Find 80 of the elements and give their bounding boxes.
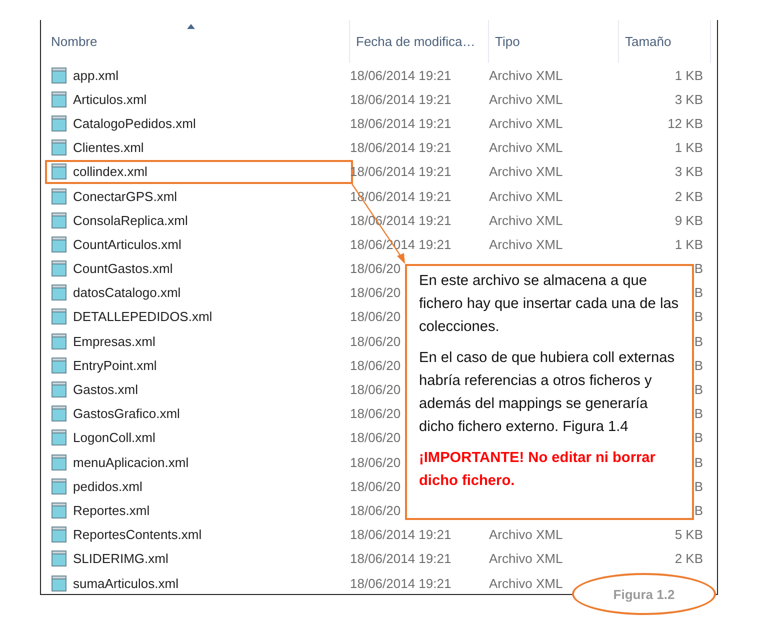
size-cell: 2 KB [674, 188, 703, 204]
size-cell: B [694, 406, 703, 422]
type-cell: Archivo XML [489, 188, 563, 204]
type-cell: Archivo XML [489, 92, 563, 107]
file-icon [51, 454, 67, 471]
size-cell: B [694, 309, 703, 324]
size-cell: 1 KB [674, 236, 703, 252]
size-cell: 1 KB [674, 68, 703, 83]
date-cell: 18/06/20 [350, 309, 401, 324]
type-cell: Archivo XML [489, 527, 563, 542]
size-cell: B [694, 502, 703, 518]
type-cell: Archivo XML [489, 68, 563, 83]
column-header[interactable]: Tipo [495, 34, 520, 49]
file-icon [51, 405, 67, 422]
file-icon [51, 163, 67, 180]
date-cell: 18/06/2014 19:21 [350, 92, 452, 107]
size-cell: 1 KB [674, 140, 703, 156]
date-cell: 18/06/20 [350, 502, 401, 518]
file-icon [51, 429, 67, 446]
size-cell: 2 KB [674, 551, 703, 566]
size-cell: B [694, 261, 703, 276]
column-header[interactable]: Nombre [51, 34, 98, 49]
file-icon [51, 478, 67, 495]
date-cell: 18/06/2014 19:21 [350, 116, 452, 131]
size-cell: B [694, 430, 703, 446]
date-cell: 18/06/20 [350, 261, 401, 276]
file-icon [51, 526, 67, 544]
size-cell: B [694, 334, 703, 349]
file-icon [51, 550, 67, 568]
size-cell: 12 KB [668, 116, 703, 131]
file-icon [51, 114, 67, 132]
note-text: En el caso de que hubiera coll externas habría referencias a otros ficheros y además del mappings se generaría dicho fichero externo. Figura 1.4 [419, 349, 676, 437]
date-cell: 18/06/20 [350, 382, 401, 398]
date-cell: 18/06/2014 19:21 [350, 551, 452, 566]
file-icon [51, 66, 67, 84]
file-icon [51, 236, 67, 253]
file-icon [51, 574, 67, 592]
file-icon [51, 308, 67, 326]
size-cell: B [694, 454, 703, 470]
size-cell: B [694, 478, 703, 494]
date-cell: 18/06/20 [350, 358, 401, 373]
type-cell: Archivo XML [489, 236, 563, 252]
size-cell: B [694, 382, 703, 398]
date-cell: 18/06/2014 19:21 [350, 527, 452, 542]
file-icon [51, 284, 67, 302]
date-cell: 18/06/20 [350, 406, 401, 422]
date-cell: 18/06/20 [350, 430, 401, 446]
file-icon [51, 502, 67, 519]
type-cell: Archivo XML [489, 576, 563, 591]
file-icon [51, 381, 67, 398]
size-cell: B [694, 285, 703, 300]
file-icon [51, 90, 67, 108]
size-cell: 5 KB [674, 527, 703, 542]
file-icon [51, 139, 67, 156]
type-cell: Archivo XML [489, 164, 563, 180]
size-cell: B [694, 358, 703, 373]
file-icon [51, 332, 67, 350]
date-cell: 18/06/20 [350, 454, 401, 470]
column-header[interactable]: Fecha de modifica… [356, 34, 476, 49]
note-text: En este archivo se almacena a que fichero hay que insertar cada una de las colecciones. [419, 272, 680, 337]
date-cell: 18/06/2014 19:21 [350, 68, 452, 83]
type-cell: Archivo XML [489, 140, 563, 156]
file-icon [51, 212, 67, 229]
date-cell: 18/06/2014 19:21 [350, 140, 452, 156]
type-cell: Archivo XML [489, 116, 563, 131]
date-cell: 18/06/2014 19:21 [350, 576, 452, 591]
size-cell: 9 KB [674, 212, 703, 228]
date-cell: 18/06/20 [350, 478, 401, 494]
file-icon [51, 188, 67, 205]
warning-text: ¡IMPORTANTE! No editar ni borrar dicho fichero. [419, 449, 656, 491]
date-cell: 18/06/20 [350, 334, 401, 349]
column-header[interactable]: Tamaño [625, 34, 672, 49]
figure-caption: Figura 1.2 [572, 573, 716, 615]
date-cell: 18/06/20 [350, 285, 401, 300]
size-cell: 3 KB [674, 164, 703, 180]
type-cell: Archivo XML [489, 551, 563, 566]
file-icon [51, 356, 67, 374]
type-cell: Archivo XML [489, 212, 563, 228]
file-icon [51, 260, 67, 278]
size-cell: 3 KB [674, 92, 703, 107]
